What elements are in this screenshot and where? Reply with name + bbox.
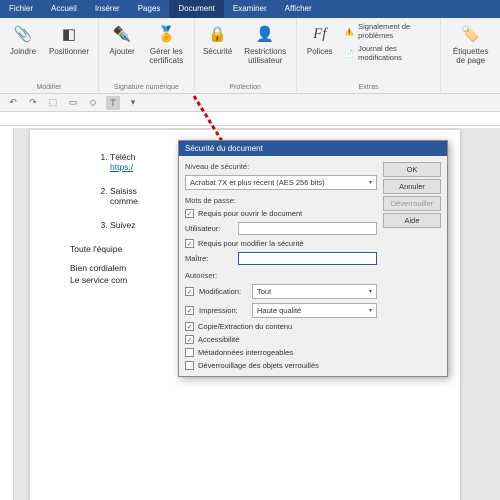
aide-button[interactable]: Aide	[383, 213, 441, 228]
user-restriction-icon: 👤	[254, 23, 276, 45]
vertical-ruler	[0, 128, 14, 500]
menu-document[interactable]: Document	[169, 0, 223, 18]
modification-checkbox[interactable]: ✓	[185, 287, 194, 296]
utilisateur-input[interactable]	[238, 222, 377, 235]
ok-button[interactable]: OK	[383, 162, 441, 177]
tool-icon[interactable]: ⬚	[46, 96, 60, 110]
menu-examiner[interactable]: Examiner	[224, 0, 276, 18]
copie-checkbox[interactable]: ✓	[185, 322, 194, 331]
positionner-button[interactable]: ◧Positionner	[46, 21, 92, 58]
lock-icon: 🔒	[207, 23, 229, 45]
undo-icon[interactable]: ↶	[6, 96, 20, 110]
menu-pages[interactable]: Pages	[129, 0, 170, 18]
dropdown-icon[interactable]: ▾	[126, 96, 140, 110]
certificate-icon: 🏅	[155, 23, 177, 45]
group-signature: Signature numérique	[105, 82, 188, 93]
req-mod-checkbox[interactable]: ✓	[185, 239, 194, 248]
gerer-certificats-button[interactable]: 🏅Gérer les certificats	[145, 21, 188, 67]
deverr-checkbox[interactable]	[185, 361, 194, 370]
menu-afficher[interactable]: Afficher	[276, 0, 321, 18]
menu-accueil[interactable]: Accueil	[42, 0, 86, 18]
text-tool-icon[interactable]: T	[106, 96, 120, 110]
restrictions-button[interactable]: 👤Restrictions utilisateur	[241, 21, 290, 67]
paperclip-icon: 📎	[12, 23, 34, 45]
autoriser-section: Autoriser:	[185, 271, 377, 280]
joindre-button[interactable]: 📎Joindre	[6, 21, 40, 58]
tool2-icon[interactable]: ▭	[66, 96, 80, 110]
meta-checkbox[interactable]	[185, 348, 194, 357]
group-extras: Extras	[303, 82, 435, 93]
securite-button[interactable]: 🔒Sécurité	[201, 21, 235, 67]
add-signature-icon: ✒️	[111, 23, 133, 45]
impression-checkbox[interactable]: ✓	[185, 306, 194, 315]
annuler-button[interactable]: Annuler	[383, 179, 441, 194]
journal-button[interactable]: 📄Journal des modifications	[343, 43, 435, 63]
group-protection: Protection	[201, 82, 290, 93]
ribbon: 📎Joindre ◧Positionner Modifier ✒️Ajouter…	[0, 18, 500, 94]
polices-button[interactable]: FfPolices	[303, 21, 337, 63]
menu-inserer[interactable]: Insérer	[86, 0, 129, 18]
tags-icon: 🏷️	[460, 23, 482, 45]
horizontal-ruler	[0, 112, 500, 126]
tool3-icon[interactable]: ◇	[86, 96, 100, 110]
security-dialog: Sécurité du document Niveau de sécurité:…	[178, 140, 448, 377]
niveau-select[interactable]: Acrobat 7X et plus récent (AES 256 bits)	[185, 175, 377, 190]
modification-select[interactable]: Tout	[252, 284, 377, 299]
ajouter-button[interactable]: ✒️Ajouter	[105, 21, 139, 67]
etiquettes-button[interactable]: 🏷️Étiquettes de page	[447, 21, 494, 67]
doc-link[interactable]: https:/	[110, 162, 133, 172]
redo-icon[interactable]: ↷	[26, 96, 40, 110]
warning-icon: ⚠️	[345, 27, 354, 36]
group-modifier: Modifier	[6, 82, 92, 93]
menu-fichier[interactable]: Fichier	[0, 0, 42, 18]
niveau-label: Niveau de sécurité:	[185, 162, 377, 171]
access-checkbox[interactable]: ✓	[185, 335, 194, 344]
signalement-button[interactable]: ⚠️Signalement de problèmes	[343, 21, 435, 41]
edit-toolbar: ↶ ↷ ⬚ ▭ ◇ T ▾	[0, 94, 500, 112]
req-open-checkbox[interactable]: ✓	[185, 209, 194, 218]
menu-bar: Fichier Accueil Insérer Pages Document E…	[0, 0, 500, 18]
maitre-input[interactable]	[238, 252, 377, 265]
impression-select[interactable]: Haute qualité	[252, 303, 377, 318]
font-icon: Ff	[309, 23, 331, 45]
dialog-title: Sécurité du document	[179, 141, 447, 156]
deverrouiller-button[interactable]: Déverrouiller	[383, 196, 441, 211]
mots-section: Mots de passe:	[185, 196, 377, 205]
journal-icon: 📄	[345, 49, 354, 58]
position-icon: ◧	[58, 23, 80, 45]
